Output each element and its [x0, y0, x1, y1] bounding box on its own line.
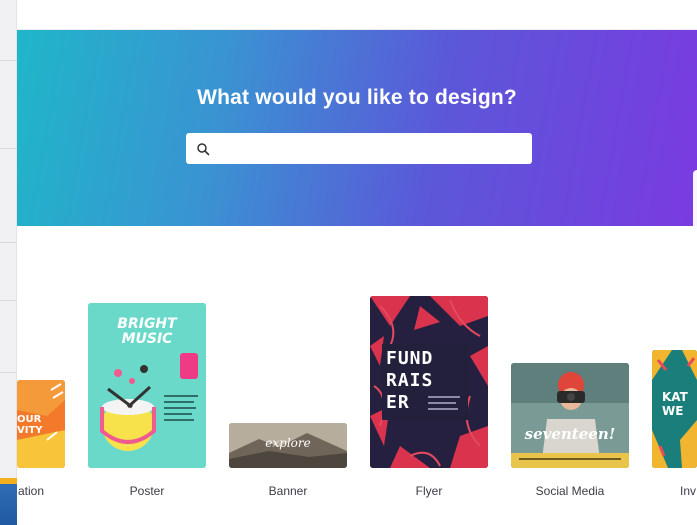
card-text: OUR VITY — [17, 414, 43, 436]
design-search-input[interactable] — [210, 133, 532, 164]
template-card-flyer[interactable]: FUND RAIS ER — [370, 296, 488, 468]
card-art — [511, 363, 629, 468]
hero-title: What would you like to design? — [197, 86, 517, 109]
divider — [0, 300, 17, 301]
template-card-social-media[interactable]: seventeen! — [511, 363, 629, 468]
divider — [0, 148, 17, 149]
template-label[interactable]: Flyer — [382, 484, 476, 498]
design-search-box[interactable] — [186, 133, 532, 164]
template-label[interactable]: Poster — [100, 484, 194, 498]
underlying-page-edge — [0, 0, 17, 525]
template-card-poster[interactable]: BRIGHT MUSIC — [88, 303, 206, 468]
design-search-hero: What would you like to design? — [17, 30, 697, 226]
divider — [0, 372, 17, 373]
card-text: BRIGHT MUSIC — [117, 316, 177, 347]
divider — [0, 242, 17, 243]
divider — [0, 60, 17, 61]
taskbar-fragment — [0, 478, 17, 525]
template-label[interactable]: ation — [18, 484, 58, 498]
card-text: explore — [265, 436, 311, 450]
top-bar — [17, 0, 697, 30]
hero-edge-control — [693, 170, 697, 226]
template-label[interactable]: Banner — [241, 484, 335, 498]
card-text: seventeen! — [524, 425, 616, 443]
template-label[interactable]: Social Media — [523, 484, 617, 498]
template-card-invitation[interactable]: KAT WE — [652, 350, 697, 468]
template-card-presentation[interactable]: OUR VITY — [17, 380, 65, 468]
template-card-banner[interactable]: explore — [229, 423, 347, 468]
card-text: KAT WE — [662, 390, 688, 418]
card-text: FUND RAIS ER — [386, 348, 434, 413]
template-label[interactable]: Inv — [680, 484, 697, 498]
search-icon — [197, 142, 210, 155]
